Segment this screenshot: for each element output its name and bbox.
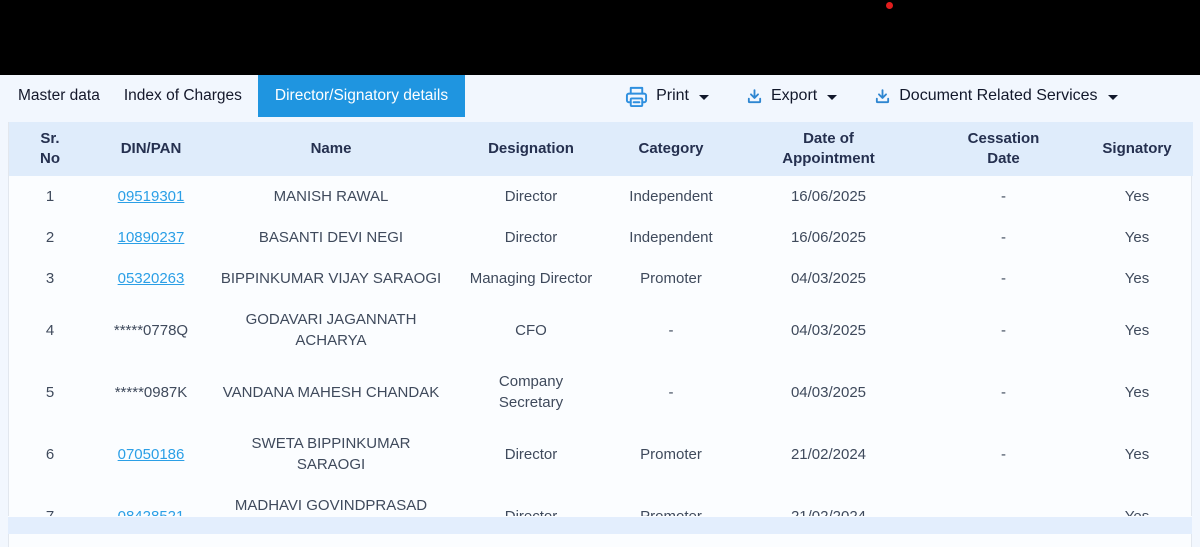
tab-group: Master data Index of Charges Director/Si… <box>0 75 466 117</box>
print-button[interactable]: Print <box>625 85 709 108</box>
table-row: 6 07050186 SWETA BIPPINKUMAR SARAOGI Direct… <box>9 423 1193 485</box>
cell-cessation-date: - <box>1001 188 1006 205</box>
column-header-name: Name <box>211 122 451 176</box>
cell-category: Independent <box>629 229 713 246</box>
cell-name: GODAVARI JAGANNATH ACHARYA <box>245 311 417 349</box>
toolbar-actions: Print Export Document Related Services <box>625 75 1118 117</box>
cell-signatory: Yes <box>1124 270 1150 287</box>
cell-sr: 1 <box>45 188 55 205</box>
export-button[interactable]: Export <box>746 87 838 105</box>
cell-name: MANISH RAWAL <box>273 188 389 205</box>
export-label: Export <box>770 87 818 104</box>
table-row: 4 *****0778Q GODAVARI JAGANNATH ACHARYA CFO… <box>9 299 1193 361</box>
cell-sr: 2 <box>45 229 55 246</box>
cell-name: BIPPINKUMAR VIJAY SARAOGI <box>220 270 442 287</box>
cell-signatory: Yes <box>1124 383 1150 401</box>
cell-designation: Managing Director <box>469 270 593 287</box>
cell-sr: 3 <box>45 270 55 287</box>
cell-signatory: Yes <box>1124 321 1150 339</box>
print-label: Print <box>656 87 689 104</box>
cell-signatory: Yes <box>1124 229 1150 246</box>
cell-name: BASANTI DEVI NEGI <box>258 229 404 246</box>
cell-date-of-appointment: 04/03/2025 <box>790 270 867 287</box>
din-pan-link[interactable]: 05320263 <box>118 270 185 287</box>
cell-sr: 4 <box>45 321 55 339</box>
cell-din: 10890237 <box>91 217 211 258</box>
caret-down-icon <box>1107 94 1118 100</box>
cell-designation: Director <box>504 229 558 246</box>
recording-dot <box>886 2 893 9</box>
din-pan-link[interactable]: 07050186 <box>118 446 185 463</box>
table-row: 2 10890237 BASANTI DEVI NEGI Director Indepe… <box>9 217 1193 258</box>
download-icon <box>746 88 763 105</box>
caret-down-icon <box>827 94 838 100</box>
cell-category: Promoter <box>640 270 702 287</box>
column-header-signatory: Signatory <box>1081 122 1193 176</box>
pagination-bar <box>8 516 1192 534</box>
top-black-bar <box>0 0 1200 75</box>
download-icon <box>874 88 891 105</box>
cell-name: VANDANA MAHESH CHANDAK <box>222 383 440 401</box>
table-row: 5 *****0987K VANDANA MAHESH CHANDAK Company… <box>9 361 1193 423</box>
cell-date-of-appointment: 04/03/2025 <box>790 383 867 401</box>
cell-date-of-appointment: 16/06/2025 <box>790 188 867 205</box>
table-row: 1 09519301 MANISH RAWAL Director Independent… <box>9 176 1193 217</box>
cell-din: *****0987K <box>114 383 188 401</box>
doc-services-label: Document Related Services <box>899 87 1098 104</box>
cell-date-of-appointment: 04/03/2025 <box>790 321 867 339</box>
cell-category: Independent <box>629 188 713 205</box>
cell-category: - <box>668 321 674 339</box>
cell-designation: CFO <box>515 321 547 339</box>
cell-signatory: Yes <box>1124 188 1150 205</box>
tab-index-of-charges[interactable]: Index of Charges <box>112 75 254 117</box>
directors-table: Sr. No DIN/PAN Name Designation Category Date… <box>9 122 1193 547</box>
cell-sr: 6 <box>45 445 55 463</box>
column-header-date-of-appointment: Date of Appointment <box>731 122 926 176</box>
document-related-services-button[interactable]: Document Related Services <box>874 87 1118 105</box>
cell-cessation-date: - <box>1001 383 1006 401</box>
directors-table-container: Sr. No DIN/PAN Name Designation Category Date… <box>8 122 1193 547</box>
cell-sr: 5 <box>45 383 55 401</box>
cell-din: 09519301 <box>91 176 211 217</box>
din-pan-link[interactable]: 10890237 <box>118 229 185 246</box>
cell-din: 05320263 <box>91 258 211 299</box>
table-body: 1 09519301 MANISH RAWAL Director Independent… <box>9 176 1193 547</box>
table-header-row: Sr. No DIN/PAN Name Designation Category Date… <box>9 122 1193 176</box>
cell-cessation-date: - <box>1001 229 1006 246</box>
caret-down-icon <box>698 94 709 100</box>
cell-din: 07050186 <box>91 423 211 485</box>
table-row: 3 05320263 BIPPINKUMAR VIJAY SARAOGI Managi… <box>9 258 1193 299</box>
cell-category: - <box>668 383 674 401</box>
cell-cessation-date: - <box>1001 270 1006 287</box>
cell-name: SWETA BIPPINKUMAR SARAOGI <box>251 435 411 473</box>
tab-director-signatory-details[interactable]: Director/Signatory details <box>257 75 466 117</box>
cell-date-of-appointment: 16/06/2025 <box>790 229 867 246</box>
cell-cessation-date: - <box>1001 445 1006 463</box>
column-header-cessation-date: Cessation Date <box>926 122 1081 176</box>
cell-designation: Company Secretary <box>498 373 564 411</box>
column-header-din-pan: DIN/PAN <box>91 122 211 176</box>
cell-date-of-appointment: 21/02/2024 <box>790 445 867 463</box>
din-pan-link[interactable]: 09519301 <box>118 188 185 205</box>
cell-signatory: Yes <box>1124 445 1150 463</box>
column-header-designation: Designation <box>451 122 611 176</box>
tab-master-data[interactable]: Master data <box>6 75 112 117</box>
cell-category: Promoter <box>640 445 702 463</box>
printer-icon <box>625 85 648 108</box>
cell-designation: Director <box>504 188 558 205</box>
cell-cessation-date: - <box>1001 321 1006 339</box>
tab-toolbar: Master data Index of Charges Director/Si… <box>0 75 1200 117</box>
column-header-category: Category <box>611 122 731 176</box>
cell-designation: Director <box>504 445 558 463</box>
column-header-sr-no: Sr. No <box>9 122 91 176</box>
cell-din: *****0778Q <box>113 321 189 339</box>
